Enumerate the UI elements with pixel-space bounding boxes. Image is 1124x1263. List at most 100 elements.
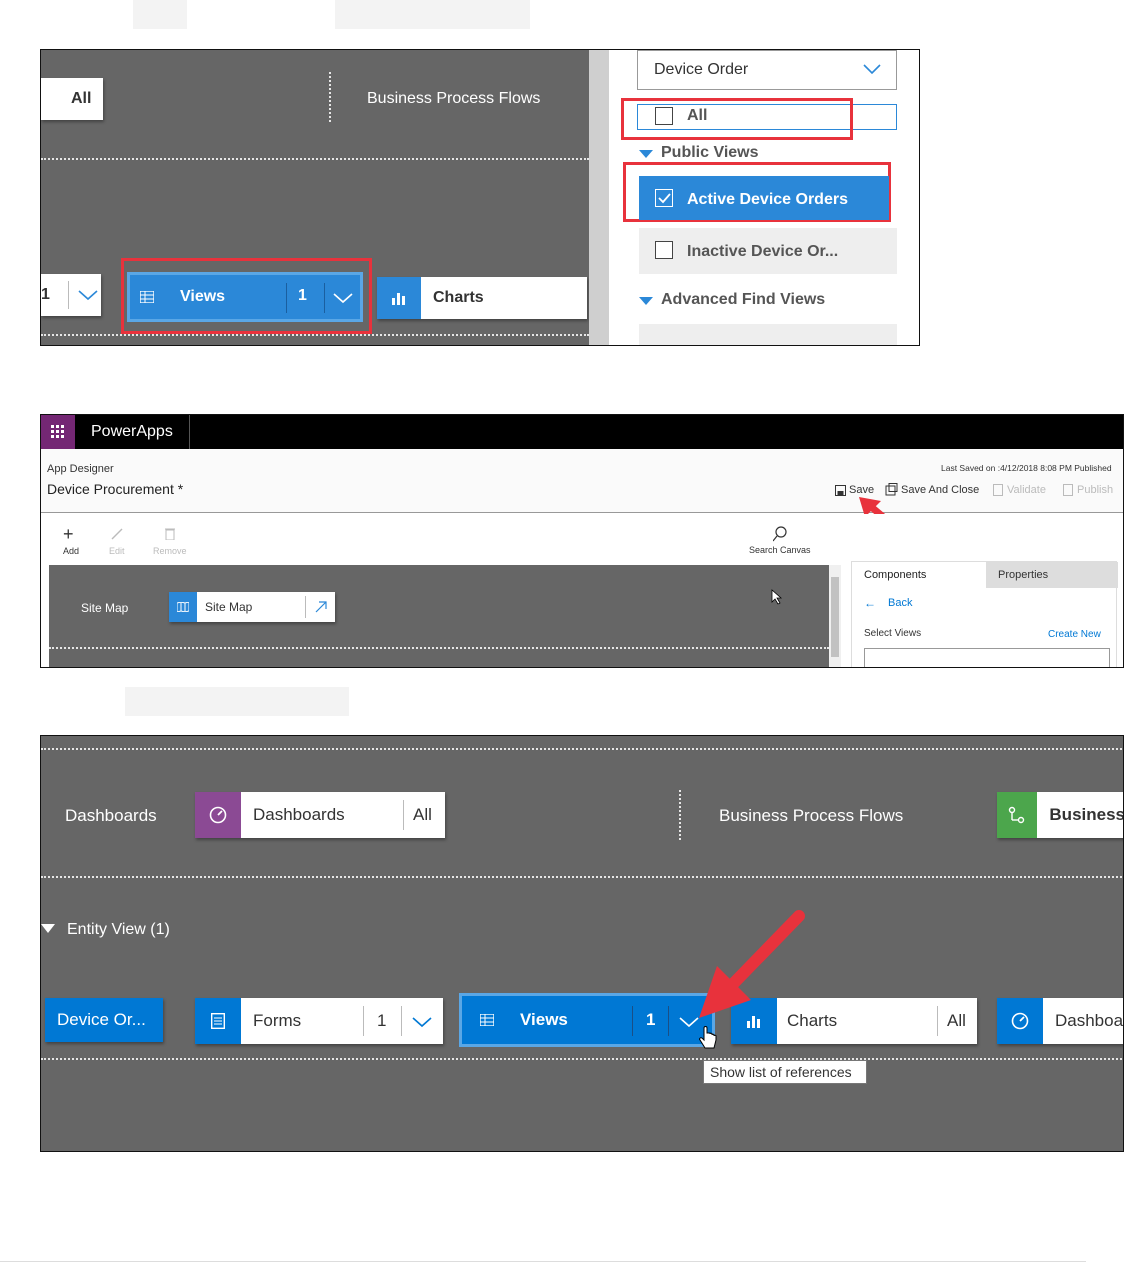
dotted-separator [41,334,589,336]
bpf-label: Business Process Flows [367,90,541,107]
tooltip: Show list of references [703,1060,867,1084]
views-label: Views [180,288,226,305]
checkmark-icon [658,193,671,204]
dotted-separator [41,876,1123,878]
active-view-checkbox[interactable] [655,189,673,207]
all-tile[interactable]: All [41,78,103,120]
canvas-toolbar: + Add Edit Remove Search Canvas [41,514,1123,564]
caret-down-icon[interactable] [639,150,653,158]
form-icon [195,998,241,1044]
tile-separator [286,283,287,313]
hand-cursor-icon [699,1026,717,1049]
create-new-link[interactable]: Create New [1048,629,1101,640]
placeholder-block [125,687,349,716]
designer-canvas: Site Map Site Map [49,565,829,667]
dotted-separator [41,748,1123,750]
sitemap-label: Site Map [81,601,129,615]
entity-view-heading: Entity View (1) [67,921,170,938]
forms-label: Forms [253,1011,302,1030]
select-views-label: Select Views [864,628,922,639]
views-count: 1 [298,287,307,304]
public-views-heading: Public Views [661,144,759,161]
dotted-separator [41,1058,1123,1060]
divider [679,790,681,840]
caret-down-icon[interactable] [41,924,55,933]
dashboard-gauge-icon [195,792,241,838]
tile-separator [324,283,325,313]
entity-dropdown[interactable]: Device Order [637,50,897,90]
tile-separator [401,1006,402,1036]
grid-icon [140,291,154,303]
divider [189,415,190,449]
dashboards-entity-label: Dashboa [1055,1011,1124,1030]
inactive-view-label: Inactive Device Or... [687,243,839,260]
tab-components-label: Components [864,569,927,581]
brand-name[interactable]: PowerApps [91,423,173,441]
edit-icon [111,528,123,540]
views-tile[interactable]: Views 1 [459,993,715,1047]
screenshot-app-designer: PowerApps App Designer Device Procuremen… [40,414,1124,668]
screenshot-entity-view: Dashboards Dashboards All Business Proce… [40,735,1124,1152]
chevron-down-icon[interactable] [77,288,99,302]
caret-down-icon[interactable] [639,297,653,305]
charts-tile[interactable]: Charts [377,277,587,319]
chevron-down-icon[interactable] [332,291,354,305]
entity-tile-label: Device Or... [57,1010,146,1029]
tile-separator [937,1006,938,1036]
properties-pane: Components Properties ← Back Select View… [851,561,1118,667]
dashboards-tile[interactable]: Dashboards All [195,792,445,838]
forms-count: 1 [41,286,50,303]
footer-divider [0,1261,1086,1262]
back-link[interactable]: Back [888,597,912,609]
views-count: 1 [646,1010,656,1029]
advanced-view-item[interactable] [639,324,897,345]
views-entity-dropdown[interactable] [864,648,1110,667]
add-icon[interactable]: + [63,524,74,545]
all-checkbox[interactable] [655,107,673,125]
app-designer-label: App Designer [47,463,114,475]
publish-button[interactable]: Publish [1077,484,1113,496]
dashboard-gauge-icon [997,998,1043,1044]
views-tile[interactable]: Views 1 [127,272,363,322]
last-saved-status: Last Saved on :4/12/2018 8:08 PM Publish… [941,463,1112,473]
canvas-scrollbar[interactable] [829,565,841,667]
forms-count: 1 [377,1011,387,1030]
tab-properties-label: Properties [998,569,1049,581]
charts-count: All [947,1011,966,1030]
designer-header: App Designer Device Procurement * Last S… [41,449,1123,513]
edit-button[interactable]: Edit [109,546,125,556]
search-canvas-button[interactable]: Search Canvas [749,545,811,555]
tile-separator [305,596,306,618]
views-label: Views [520,1010,568,1029]
sitemap-tile-label: Site Map [205,600,253,614]
validate-icon [993,484,1003,496]
bpf-label: Business Process Flows [719,806,904,825]
inactive-view-checkbox[interactable] [655,241,673,259]
validate-button[interactable]: Validate [1007,484,1046,496]
chevron-down-icon[interactable] [411,1015,433,1029]
bpf-tile[interactable]: Business [997,792,1123,838]
add-button[interactable]: Add [63,546,79,556]
back-arrow-icon[interactable]: ← [864,596,876,610]
dashboards-label: Dashboards [65,806,157,825]
app-name: Device Procurement * [47,481,184,497]
entity-tile[interactable]: Device Or... [45,998,163,1042]
dropdown-value: Device Order [654,61,749,78]
dashboards-all: All [413,805,432,824]
tile-separator [403,800,404,830]
tab-components[interactable]: Components [852,562,986,588]
search-icon[interactable] [773,526,787,542]
dotted-separator [41,158,589,160]
app-launcher-waffle-icon[interactable] [41,415,75,449]
remove-button[interactable]: Remove [153,546,187,556]
scrollbar[interactable] [589,50,609,345]
trash-icon [165,528,175,540]
all-option-label: All [687,107,708,124]
sitemap-tile[interactable]: Site Map [169,592,335,622]
dotted-separator [49,647,829,649]
open-in-designer-icon[interactable] [315,601,327,613]
tab-properties[interactable]: Properties [986,562,1118,588]
forms-count-tile[interactable]: 1 [41,274,101,316]
forms-tile[interactable]: Forms 1 [195,998,443,1044]
dashboards-entity-tile[interactable]: Dashboa [997,998,1124,1044]
